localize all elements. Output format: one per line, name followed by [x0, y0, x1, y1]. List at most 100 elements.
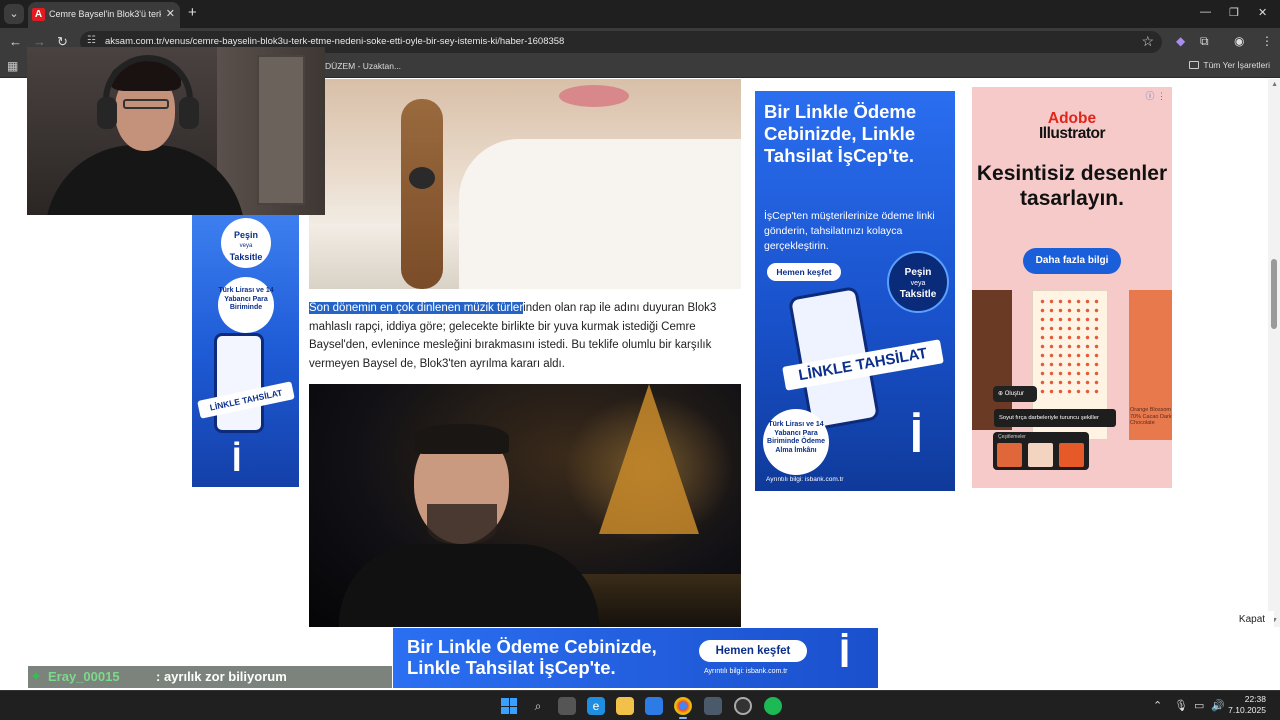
- ad-footer: Ayrıntılı bilgi: isbank.com.tr: [766, 476, 844, 483]
- ad-badge-pesin: Peşin veya Taksitle: [221, 218, 271, 268]
- tab-title: Cemre Baysel'in Blok3'ü terk et…: [49, 9, 161, 19]
- ad-headline: Bir Linkle Ödeme Cebinizde, Linkle Tahsi…: [764, 101, 917, 166]
- site-info-icon[interactable]: ☷: [87, 35, 96, 46]
- webcam-overlay: [27, 47, 325, 215]
- ad-headline: Bir Linkle Ödeme Cebinizde, Linkle Tahsi…: [407, 636, 657, 678]
- microphone-icon[interactable]: 🎙: [1174, 699, 1188, 712]
- close-window-icon[interactable]: ✕: [1258, 6, 1267, 19]
- tab-search-button[interactable]: ⌄: [4, 4, 24, 24]
- ad-headline-line2: Linkle Tahsilat İşCep'te.: [407, 657, 616, 678]
- ad-prompt: Soyut fırça darbeleriyle turuncu şekille…: [994, 409, 1116, 427]
- ad-badge-line3: Taksitle: [229, 252, 263, 262]
- close-ad-button[interactable]: Kapat: [1230, 611, 1274, 629]
- create-icon: ⊕: [998, 391, 1005, 397]
- chrome-icon[interactable]: [674, 697, 692, 715]
- ad-brand-line1: Adobe: [1047, 110, 1097, 127]
- page-scrollbar[interactable]: ▲ ▼: [1268, 79, 1280, 627]
- cam-headset-cup: [179, 97, 199, 129]
- ad-badge-line3: Taksitle: [899, 289, 937, 300]
- ad-badge-currency: Türk Lirası ve 14 Yabancı Para Biriminde…: [763, 409, 829, 475]
- ad-pattern: [1038, 297, 1102, 397]
- photo-beard: [427, 504, 497, 544]
- edge-icon[interactable]: e: [587, 697, 605, 715]
- windows-start-icon[interactable]: [500, 697, 518, 715]
- photo-hair: [414, 424, 509, 454]
- ad-brand-line2: Illustrator: [1039, 125, 1105, 142]
- all-bookmarks-label: Tüm Yer İşaretleri: [1203, 60, 1270, 70]
- back-button[interactable]: ←: [9, 34, 22, 49]
- clock-date: 7.10.2025: [1228, 705, 1266, 715]
- spotify-icon[interactable]: [764, 697, 782, 715]
- bookmark-star-icon[interactable]: ☆: [1141, 33, 1154, 50]
- apps-grid-icon[interactable]: ▦: [7, 59, 18, 73]
- extensions-puzzle-icon[interactable]: ⧉: [1200, 34, 1209, 49]
- swatch-1: [997, 443, 1022, 467]
- file-explorer-icon[interactable]: [616, 697, 634, 715]
- photo-lips: [559, 85, 629, 107]
- ad-info-icon[interactable]: ⓘ ⋮: [1145, 89, 1166, 102]
- chat-message-text: : ayrılık zor biliyorum: [156, 669, 287, 684]
- isbank-logo-icon: İ: [232, 441, 242, 479]
- app-icon[interactable]: [704, 697, 722, 715]
- isbank-logo-icon: İ: [910, 410, 923, 462]
- scroll-up-arrow-icon[interactable]: ▲: [1271, 81, 1278, 88]
- ad-variations-label: Çeşitlemeler: [998, 434, 1026, 440]
- ad-footer: Ayrıntılı bilgi: isbank.com.tr: [704, 668, 788, 675]
- tab-close-icon[interactable]: ✕: [166, 7, 175, 20]
- tray-chevron-icon[interactable]: ⌃: [1153, 699, 1162, 712]
- photo-braid: [401, 99, 443, 289]
- chat-username: Eray_00015: [48, 669, 120, 684]
- minimize-icon[interactable]: —: [1200, 6, 1211, 18]
- bookmark-item[interactable]: DÜZEM - Uzaktan...: [325, 61, 401, 71]
- ad-cta-button[interactable]: Hemen keşfet: [699, 640, 807, 662]
- all-bookmarks-button[interactable]: Tüm Yer İşaretleri: [1189, 60, 1270, 70]
- ad-cta-button[interactable]: Daha fazla bilgi: [1023, 248, 1121, 274]
- ad-variations: Çeşitlemeler: [993, 432, 1089, 470]
- ad-body: İşCep'ten müşterilerinize ödeme linki gö…: [764, 210, 935, 252]
- stream-chat-message: ✦ Eray_00015 : ayrılık zor biliyorum: [28, 666, 392, 688]
- restore-icon[interactable]: ❐: [1229, 6, 1239, 19]
- ad-badge-pesin: Peşin veya Taksitle: [887, 251, 949, 313]
- url-text: aksam.com.tr/venus/cemre-bayselin-blok3u…: [105, 36, 565, 47]
- new-tab-button[interactable]: +: [188, 4, 197, 21]
- obs-icon[interactable]: [734, 697, 752, 715]
- adobe-illustrator-ad[interactable]: ⓘ ⋮ Adobe Illustrator Kesintisiz desenle…: [972, 87, 1172, 488]
- folder-icon: [1189, 61, 1200, 69]
- cam-headset-cup: [97, 97, 117, 129]
- ad-headline: Kesintisiz desenler tasarlayın.: [976, 162, 1168, 210]
- isbank-logo-icon: İ: [839, 632, 851, 676]
- cam-door: [257, 55, 305, 205]
- swatch-3: [1059, 443, 1084, 467]
- ad-create-pill: ⊕ Oluştur: [993, 386, 1037, 402]
- active-app-indicator: [679, 717, 687, 719]
- article-photo-top: [309, 79, 741, 289]
- ad-cta-button[interactable]: Hemen keşfet: [767, 263, 841, 281]
- tab-strip: ⌄ A Cemre Baysel'in Blok3'ü terk et… ✕ +…: [0, 0, 1280, 28]
- ad-brand: Adobe Illustrator: [972, 110, 1172, 142]
- display-icon[interactable]: ▭: [1194, 699, 1204, 712]
- scroll-thumb[interactable]: [1271, 259, 1277, 329]
- extension-icon[interactable]: ◆: [1176, 34, 1185, 48]
- isbank-side-ad[interactable]: Peşin veya Taksitle Türk Lirası ve 14 Ya…: [192, 215, 299, 487]
- search-icon[interactable]: ⌕: [529, 697, 547, 715]
- task-view-icon[interactable]: [558, 697, 576, 715]
- selected-text: Son dönemin en çok dinlenen müzik türler: [309, 302, 524, 314]
- tab-active[interactable]: A Cemre Baysel'in Blok3'ü terk et… ✕: [28, 2, 180, 28]
- ad-badge-line2: veya: [239, 243, 253, 249]
- menu-kebab-icon[interactable]: ⋮: [1261, 34, 1273, 48]
- system-clock[interactable]: 22:38 7.10.2025: [1206, 694, 1266, 716]
- article-photo-bottom: [309, 384, 741, 627]
- cam-body: [45, 145, 245, 215]
- ad-badge-currency: Türk Lirası ve 14 Yabancı Para Biriminde: [218, 277, 274, 333]
- profile-icon[interactable]: ◉: [1234, 34, 1244, 48]
- article-paragraph: Son dönemin en çok dinlenen müzik türler…: [309, 299, 741, 373]
- clock-time: 22:38: [1244, 694, 1266, 704]
- photos-icon[interactable]: [645, 697, 663, 715]
- photo-eiffel-tower: [599, 384, 699, 534]
- ad-product-text: Orange Blossom 70% Cacao Dark Chocolate: [1130, 407, 1172, 426]
- ad-badge-line2: veya: [910, 280, 926, 287]
- ad-headline-line1: Bir Linkle Ödeme Cebinizde,: [407, 636, 657, 657]
- isbank-banner-ad[interactable]: Bir Linkle Ödeme Cebinizde, Linkle Tahsi…: [755, 91, 955, 491]
- isbank-bottom-ad[interactable]: Bir Linkle Ödeme Cebinizde, Linkle Tahsi…: [393, 628, 878, 688]
- photo-hair-tie: [409, 167, 435, 189]
